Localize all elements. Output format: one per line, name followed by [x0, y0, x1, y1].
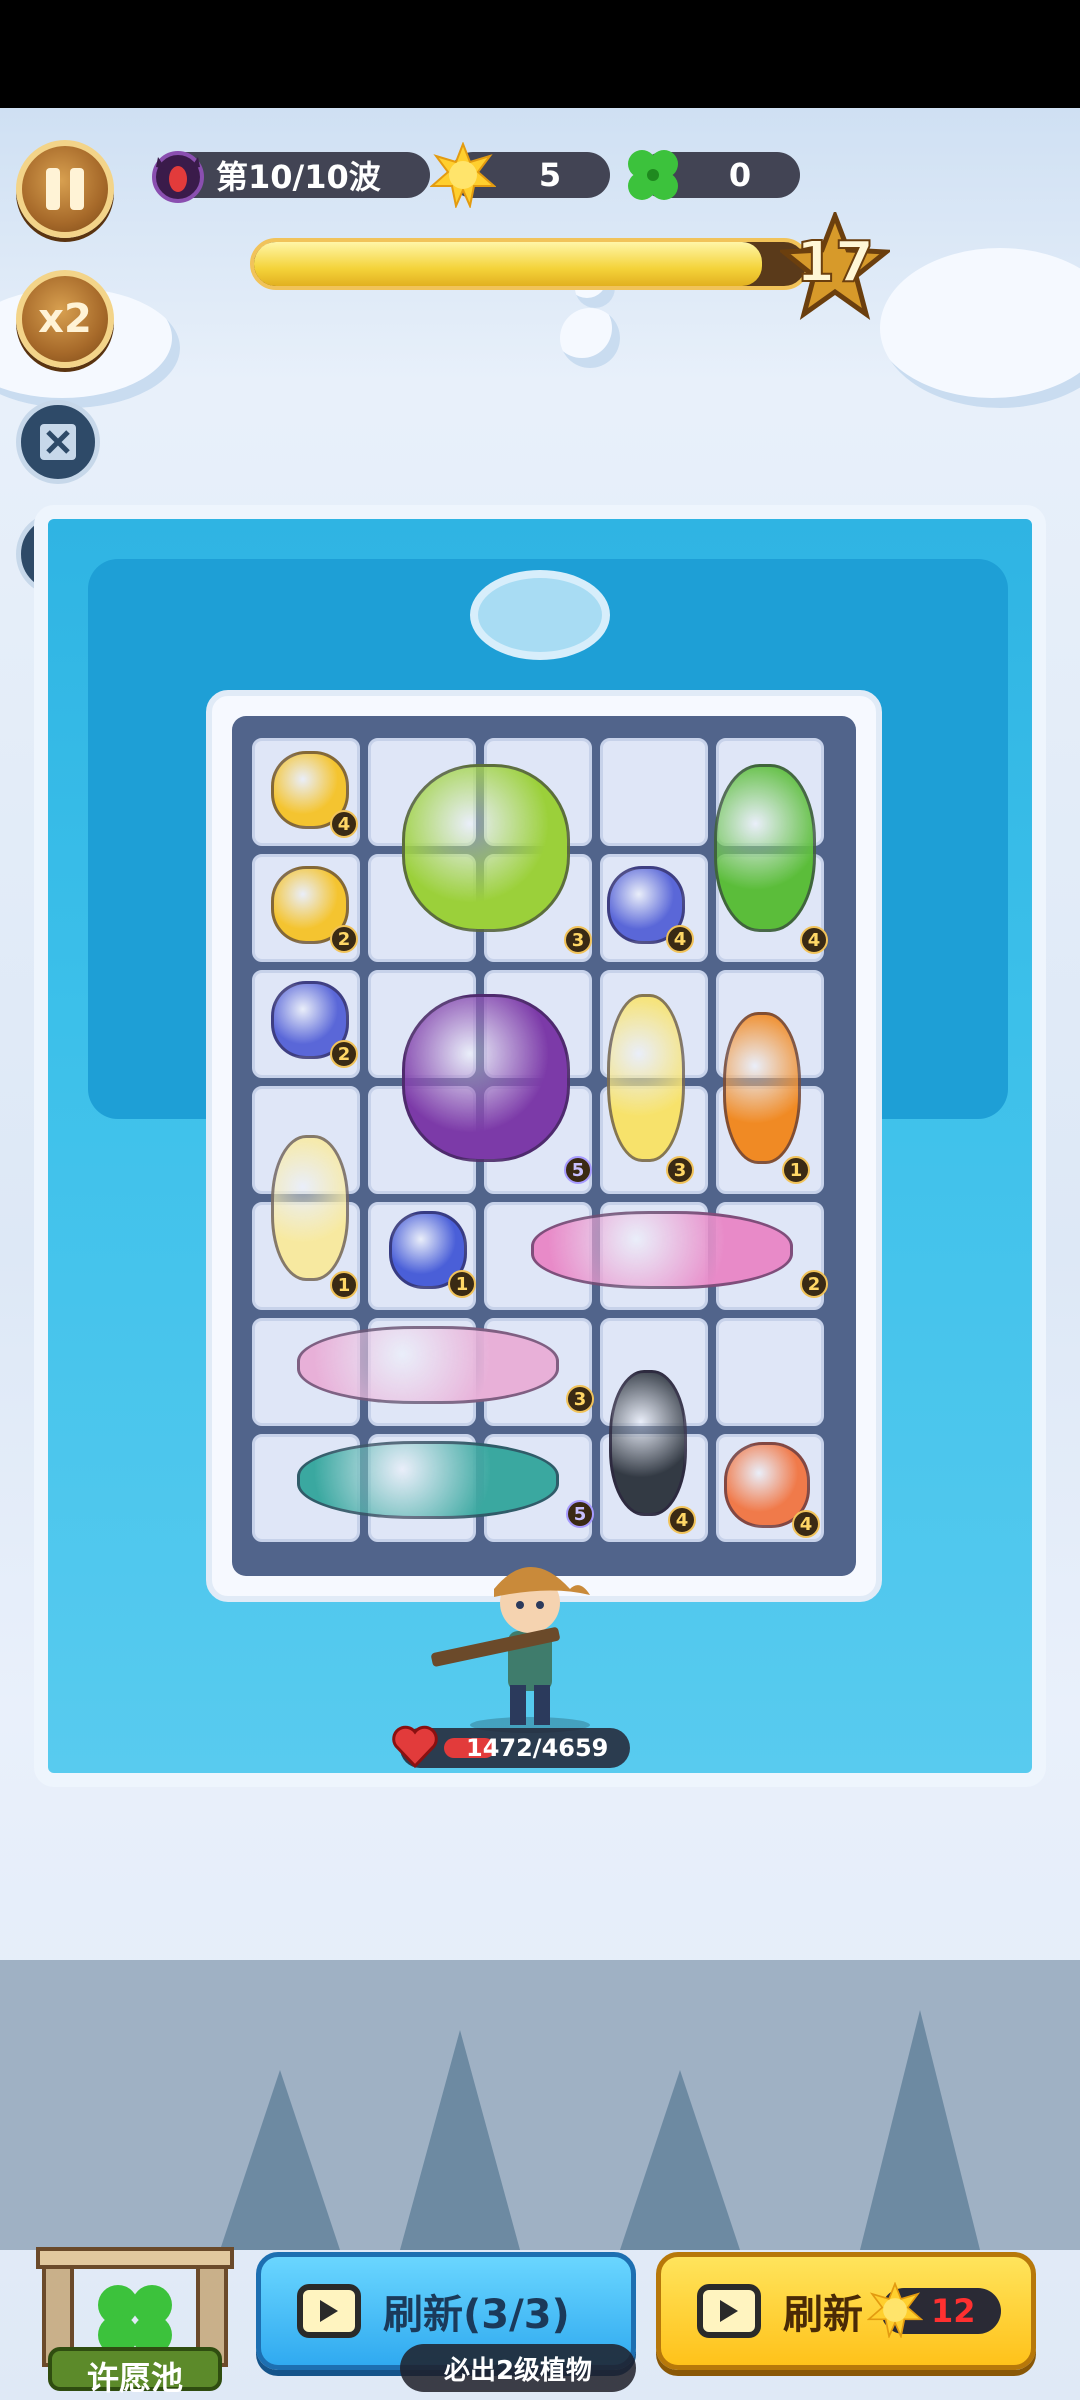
ice-hole [470, 570, 610, 660]
plant-unit[interactable]: 4 [598, 1350, 698, 1536]
refresh-free-label: 刷新(3/3) [383, 2292, 570, 2338]
board-cell[interactable] [600, 738, 708, 846]
plant-level-badge: 4 [800, 926, 828, 954]
plant-level-badge: 4 [668, 1506, 696, 1534]
plant-sprite [607, 993, 685, 1163]
wave-progress-fill [254, 242, 762, 286]
plant-sprite [296, 1326, 560, 1404]
plant-unit[interactable]: 4 [712, 1430, 822, 1540]
bestiary-button[interactable] [16, 400, 100, 484]
video-ad-icon [697, 2284, 761, 2338]
clover-icon [628, 150, 678, 200]
plant-unit[interactable]: 1 [378, 1200, 478, 1300]
wish-pool-button[interactable]: 许愿池 [30, 2245, 240, 2397]
plant-unit[interactable]: 4 [596, 855, 696, 955]
plant-level-badge: 5 [566, 1500, 594, 1528]
plant-unit[interactable]: 4 [700, 740, 830, 956]
pine-tree [620, 2070, 740, 2250]
pause-icon-bar [70, 168, 84, 210]
pause-button[interactable] [16, 140, 114, 238]
book-icon [40, 424, 76, 460]
plant-level-badge: 1 [782, 1156, 810, 1184]
sun-icon [867, 2282, 923, 2338]
plant-level-badge: 4 [330, 810, 358, 838]
wave-label: 第10/10波 [216, 158, 381, 196]
plant-unit[interactable]: 3 [378, 740, 594, 956]
level-number: 17 [795, 229, 875, 296]
hero-health-text: 1472/4659 [466, 1734, 609, 1762]
plant-level-badge: 5 [564, 1156, 592, 1184]
snow-mound [880, 248, 1080, 408]
video-ad-icon [297, 2284, 361, 2338]
refresh-cost-badge: 12 [867, 2282, 1001, 2338]
plant-unit[interactable]: 3 [260, 1315, 596, 1415]
plant-sprite [296, 1441, 560, 1519]
pause-icon [46, 168, 60, 210]
clover-counter: 0 [628, 150, 800, 200]
forest-area [0, 1960, 1080, 2250]
plant-unit[interactable]: 5 [260, 1430, 596, 1530]
hero-health-bar: 1472/4659 [392, 1725, 630, 1769]
refresh-paid-button[interactable]: 刷新 12 [656, 2252, 1036, 2370]
plant-level-badge: 3 [564, 926, 592, 954]
wave-progress-bar [250, 238, 810, 290]
status-bar [0, 0, 1080, 108]
hero-farmer[interactable] [430, 1545, 630, 1735]
pine-tree [860, 2010, 980, 2250]
plant-sprite [714, 763, 816, 933]
plant-level-badge: 2 [330, 925, 358, 953]
plant-unit[interactable]: 2 [260, 855, 360, 955]
plant-level-badge: 1 [448, 1270, 476, 1298]
board-cell[interactable] [716, 1318, 824, 1426]
speed-button[interactable]: x2 [16, 270, 114, 368]
game-screen: x2 第10/10波 5 0 17 4 2 3 4 4 2 5 3 1 1 1 … [0, 0, 1080, 2400]
speed-label: x2 [38, 296, 92, 342]
pine-tree [220, 2070, 340, 2250]
refresh-note: 必出2级植物 [400, 2344, 636, 2392]
plant-unit[interactable]: 1 [260, 1115, 360, 1301]
plant-unit[interactable]: 2 [260, 970, 360, 1070]
plant-sprite [401, 993, 571, 1163]
demon-icon [152, 151, 204, 203]
wave-indicator: 第10/10波 [152, 151, 430, 203]
plant-sprite [609, 1370, 687, 1516]
plant-sprite [530, 1211, 794, 1289]
sun-counter: 5 [430, 142, 610, 208]
plant-level-badge: 2 [800, 1270, 828, 1298]
sun-count: 5 [538, 156, 562, 194]
plant-level-badge: 3 [566, 1385, 594, 1413]
plant-sprite [401, 763, 571, 933]
plant-unit[interactable]: 5 [378, 970, 594, 1186]
sun-icon [430, 142, 496, 208]
plant-level-badge: 4 [666, 925, 694, 953]
plant-sprite [271, 1135, 349, 1281]
plant-level-badge: 1 [330, 1271, 358, 1299]
plant-unit[interactable]: 3 [596, 970, 696, 1186]
plant-unit[interactable]: 4 [260, 740, 360, 840]
plant-sprite [723, 1011, 801, 1165]
refresh-cost: 12 [931, 2292, 976, 2330]
plant-unit[interactable]: 2 [494, 1200, 830, 1300]
clover-count: 0 [728, 156, 752, 194]
plant-level-badge: 4 [792, 1510, 820, 1538]
plant-unit[interactable]: 1 [712, 990, 812, 1186]
wish-pool-label: 许愿池 [86, 2359, 183, 2397]
plant-level-badge: 2 [330, 1040, 358, 1068]
refresh-paid-label: 刷新 [783, 2292, 863, 2338]
pine-tree [400, 2030, 520, 2250]
plant-level-badge: 3 [666, 1156, 694, 1184]
heart-icon [392, 1725, 438, 1769]
snowman-icon [560, 308, 620, 368]
